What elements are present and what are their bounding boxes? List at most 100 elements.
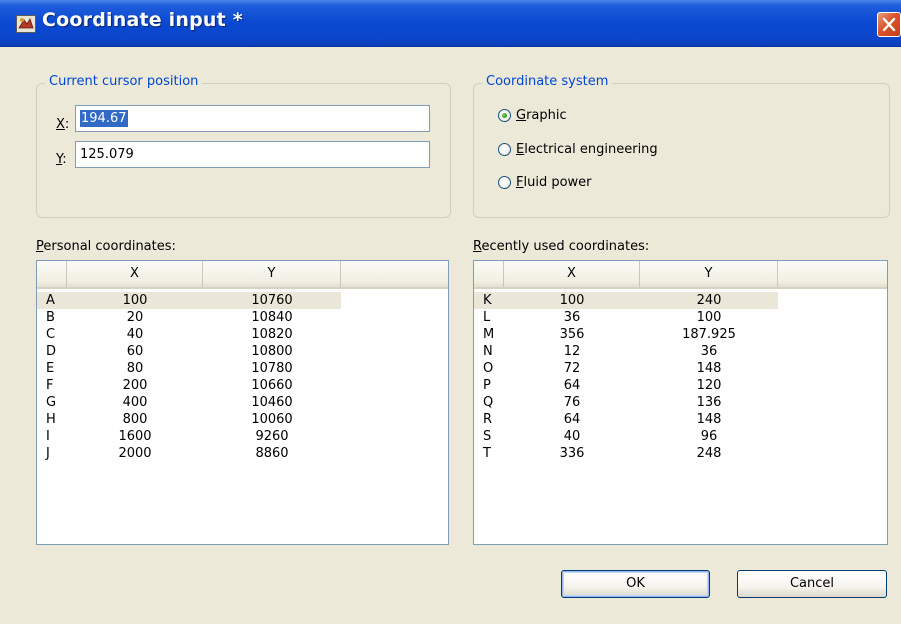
personal-col-x-header[interactable]: X: [67, 261, 203, 287]
row-name-cell: G: [46, 395, 57, 410]
row-name-cell: F: [46, 378, 54, 393]
table-row[interactable]: C 40 10820: [37, 326, 341, 343]
table-row[interactable]: G 400 10460: [37, 394, 341, 411]
table-row[interactable]: N 12 36: [474, 343, 778, 360]
table-row[interactable]: T 336 248: [474, 445, 778, 462]
table-row[interactable]: B 20 10840: [37, 309, 341, 326]
row-y-cell: 10840: [251, 310, 293, 325]
row-name-cell: R: [483, 412, 493, 427]
table-row[interactable]: Q 76 136: [474, 394, 778, 411]
cursor-position-legend: Current cursor position: [45, 74, 203, 89]
row-y-cell: 136: [696, 395, 722, 410]
row-name-cell: C: [46, 327, 56, 342]
row-x-cell: 800: [122, 412, 148, 427]
row-x-cell: 100: [559, 293, 585, 308]
row-y-cell: 10780: [251, 361, 293, 376]
table-row[interactable]: D 60 10800: [37, 343, 341, 360]
row-x-cell: 64: [563, 412, 581, 427]
row-name-cell: B: [46, 310, 55, 325]
row-name-cell: N: [483, 344, 493, 359]
row-y-cell: 100: [696, 310, 722, 325]
table-row[interactable]: H 800 10060: [37, 411, 341, 428]
row-y-cell: 148: [696, 361, 722, 376]
personal-col-name-header[interactable]: [37, 261, 67, 287]
row-y-cell: 187.925: [682, 327, 736, 342]
radio-graphic[interactable]: Graphic: [498, 108, 567, 123]
row-y-cell: 10760: [251, 293, 293, 308]
x-coordinate-value: 194.67: [80, 110, 128, 127]
row-name-cell: O: [483, 361, 494, 376]
row-x-cell: 356: [559, 327, 585, 342]
cancel-button[interactable]: Cancel: [737, 570, 887, 598]
personal-coordinates-list[interactable]: X Y A 100 10760 B 20 10840 C 40 10820 D 60 10800 E 80…: [36, 260, 449, 545]
ok-button[interactable]: OK: [561, 570, 710, 598]
table-row[interactable]: E 80 10780: [37, 360, 341, 377]
recent-col-name-header[interactable]: [474, 261, 504, 287]
y-coordinate-input[interactable]: 125.079: [75, 141, 430, 168]
row-y-cell: 120: [696, 378, 722, 393]
row-y-cell: 36: [700, 344, 718, 359]
table-row[interactable]: A 100 10760: [37, 292, 341, 309]
row-name-cell: Q: [483, 395, 494, 410]
close-button[interactable]: [877, 12, 901, 37]
row-x-cell: 76: [563, 395, 581, 410]
personal-coordinates-label: Personal coordinates:: [36, 239, 176, 254]
table-row[interactable]: P 64 120: [474, 377, 778, 394]
recent-list-header: X Y: [474, 261, 887, 289]
row-name-cell: D: [46, 344, 57, 359]
row-x-cell: 60: [126, 344, 144, 359]
table-row[interactable]: F 200 10660: [37, 377, 341, 394]
radio-fluid-power[interactable]: Fluid power: [498, 175, 592, 190]
close-icon: [882, 17, 896, 32]
recent-col-y-header[interactable]: Y: [640, 261, 778, 287]
row-name-cell: K: [483, 293, 492, 308]
table-row[interactable]: R 64 148: [474, 411, 778, 428]
row-name-cell: H: [46, 412, 56, 427]
row-y-cell: 9260: [255, 429, 289, 444]
y-coordinate-value: 125.079: [80, 147, 134, 162]
personal-col-y-header[interactable]: Y: [203, 261, 341, 287]
row-x-cell: 20: [126, 310, 144, 325]
y-field-label: Y:: [56, 152, 67, 167]
window-title: Coordinate input *: [42, 9, 243, 31]
app-icon: [16, 15, 36, 33]
row-y-cell: 240: [696, 293, 722, 308]
table-row[interactable]: S 40 96: [474, 428, 778, 445]
row-y-cell: 10820: [251, 327, 293, 342]
radio-graphic-indicator[interactable]: [498, 109, 511, 122]
row-name-cell: E: [46, 361, 55, 376]
row-x-cell: 72: [563, 361, 581, 376]
row-y-cell: 248: [696, 446, 722, 461]
row-x-cell: 100: [122, 293, 148, 308]
row-name-cell: P: [483, 378, 491, 393]
table-row[interactable]: O 72 148: [474, 360, 778, 377]
row-x-cell: 12: [563, 344, 581, 359]
row-name-cell: L: [483, 310, 491, 325]
radio-electrical-label: Electrical engineering: [516, 142, 658, 157]
table-row[interactable]: L 36 100: [474, 309, 778, 326]
row-x-cell: 80: [126, 361, 144, 376]
row-x-cell: 2000: [118, 446, 152, 461]
recent-coordinates-list[interactable]: X Y K 100 240 L 36 100 M 356 187.925 N 12 36 O 72 148 P…: [473, 260, 888, 545]
title-bar[interactable]: Coordinate input *: [0, 0, 901, 47]
radio-electrical-engineering[interactable]: Electrical engineering: [498, 142, 658, 157]
row-y-cell: 10660: [251, 378, 293, 393]
radio-fluid-indicator[interactable]: [498, 176, 511, 189]
row-y-cell: 10060: [251, 412, 293, 427]
row-x-cell: 40: [126, 327, 144, 342]
radio-electrical-indicator[interactable]: [498, 143, 511, 156]
table-row[interactable]: J 2000 8860: [37, 445, 341, 462]
recent-col-x-header[interactable]: X: [504, 261, 640, 287]
row-name-cell: J: [46, 446, 50, 461]
row-x-cell: 1600: [118, 429, 152, 444]
row-name-cell: S: [483, 429, 492, 444]
row-x-cell: 336: [559, 446, 585, 461]
table-row[interactable]: M 356 187.925: [474, 326, 778, 343]
row-x-cell: 64: [563, 378, 581, 393]
row-y-cell: 148: [696, 412, 722, 427]
table-row[interactable]: K 100 240: [474, 292, 778, 309]
radio-graphic-label: Graphic: [516, 108, 567, 123]
row-name-cell: A: [46, 293, 55, 308]
table-row[interactable]: I 1600 9260: [37, 428, 341, 445]
x-coordinate-input[interactable]: 194.67: [75, 105, 430, 132]
